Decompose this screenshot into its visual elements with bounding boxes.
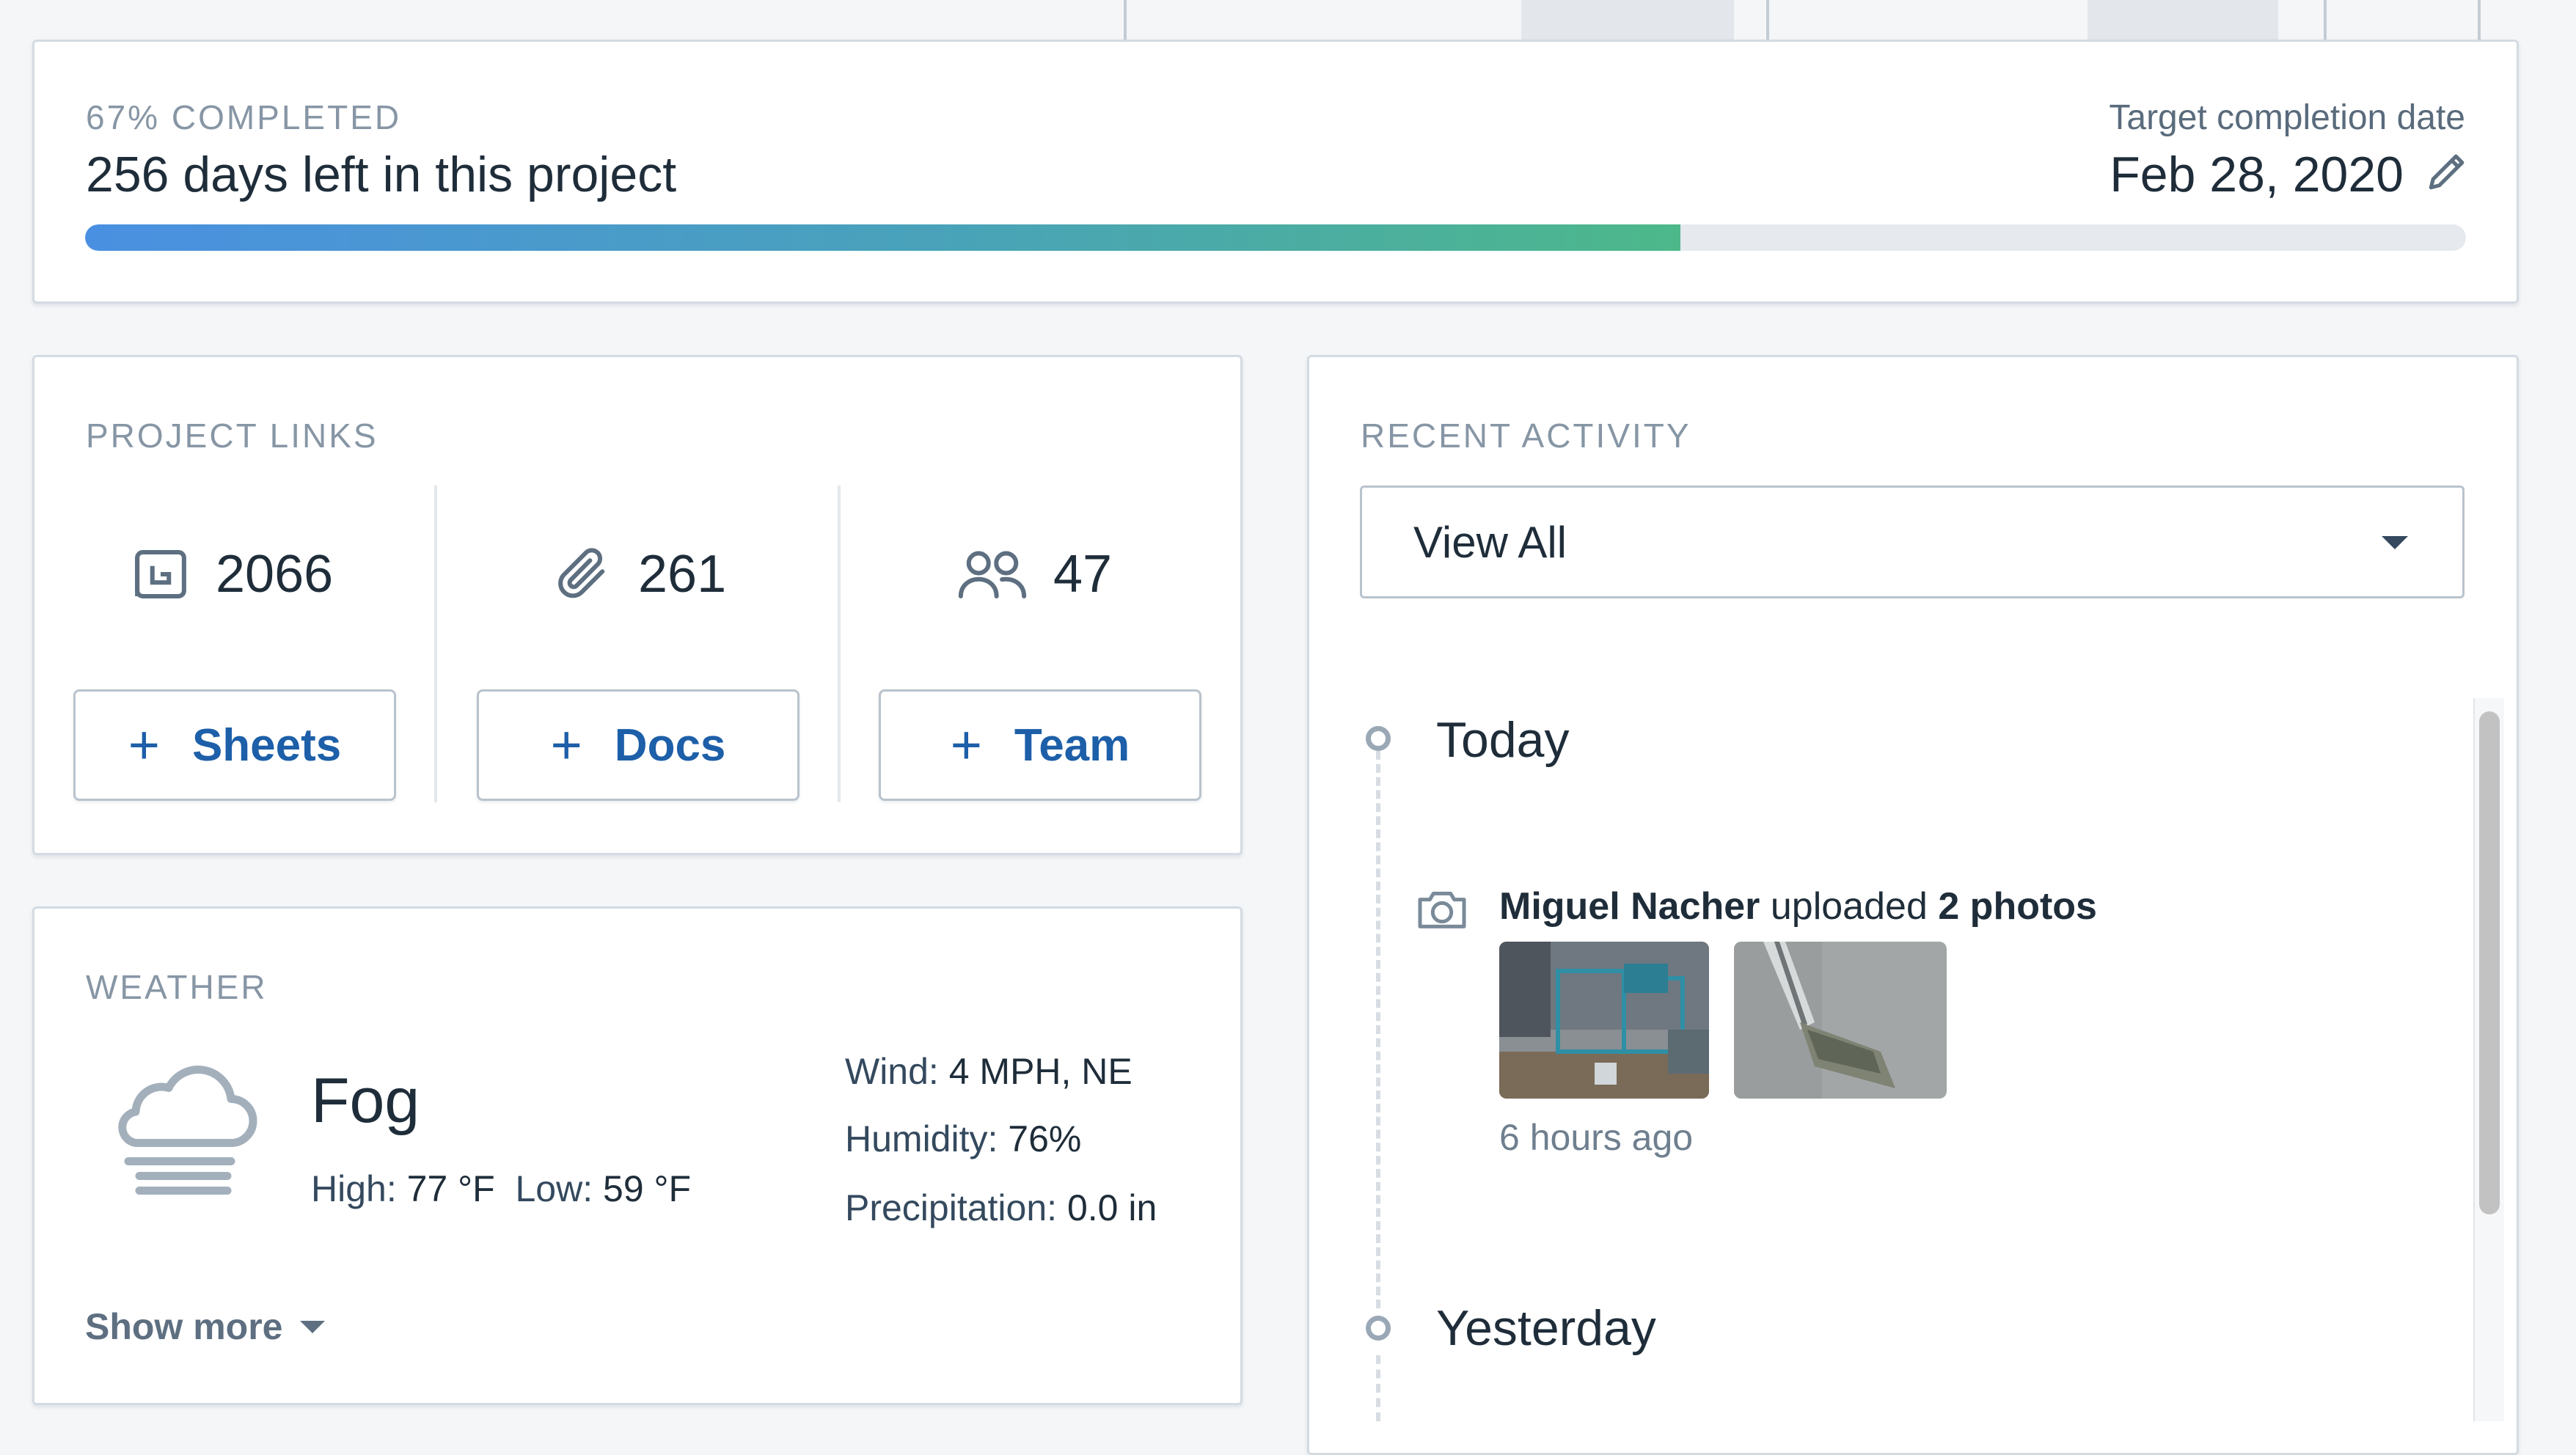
photo-thumbnail[interactable] — [1499, 942, 1709, 1099]
temperature-range: High: 77 °F Low: 59 °F — [311, 1168, 691, 1210]
recent-activity-title: RECENT ACTIVITY — [1361, 417, 1691, 455]
add-docs-label: Docs — [614, 719, 726, 771]
camera-icon — [1413, 880, 1471, 939]
docs-count-value: 261 — [638, 545, 727, 604]
high-label: High: — [311, 1168, 397, 1209]
activity-object[interactable]: 2 photos — [1938, 885, 2097, 928]
precipitation-value: 0.0 in — [1066, 1187, 1157, 1228]
sheets-icon — [128, 541, 194, 607]
progress-bar — [85, 224, 2466, 251]
days-left-text: 256 days left in this project — [86, 147, 677, 202]
strip-divider — [2478, 0, 2481, 40]
high-value: 77 °F — [406, 1168, 495, 1209]
low-label: Low: — [515, 1168, 593, 1209]
activity-filter-value: View All — [1413, 517, 1567, 567]
paperclip-icon — [550, 541, 616, 607]
show-more-label: Show more — [85, 1306, 283, 1347]
strip-shade — [1521, 0, 1734, 40]
activity-filter-select[interactable]: View All — [1360, 485, 2465, 598]
wind-row: Wind: 4 MPH, NE — [845, 1050, 1133, 1093]
activity-user[interactable]: Miguel Nacher — [1499, 885, 1760, 928]
docs-count: 261 — [550, 541, 726, 607]
fog-cloud-icon — [103, 1047, 264, 1198]
weather-condition: Fog — [311, 1066, 420, 1136]
target-date-value: Feb 28, 2020 — [2110, 147, 2404, 202]
pencil-edit-icon[interactable] — [2423, 146, 2473, 196]
wind-label: Wind: — [845, 1051, 939, 1092]
low-value: 59 °F — [603, 1168, 692, 1209]
plus-icon: + — [950, 714, 982, 775]
strip-divider — [1124, 0, 1127, 40]
strip-divider — [1766, 0, 1769, 40]
activity-action: uploaded — [1760, 885, 1939, 928]
column-divider — [434, 485, 437, 802]
plus-icon: + — [550, 714, 582, 775]
timeline-line — [1376, 1355, 1380, 1421]
humidity-value: 76% — [1008, 1118, 1082, 1159]
progress-card: 67% COMPLETED 256 days left in this proj… — [32, 40, 2519, 304]
strip-divider — [2324, 0, 2327, 40]
activity-item-text: Miguel Nacher uploaded 2 photos — [1499, 884, 2097, 928]
add-team-label: Team — [1014, 719, 1130, 771]
add-sheets-label: Sheets — [191, 719, 342, 771]
add-team-button[interactable]: + Team — [879, 689, 1201, 801]
team-count: 47 — [954, 541, 1112, 607]
strip-shade — [2087, 0, 2278, 40]
sheets-count: 2066 — [128, 541, 333, 607]
weather-title: WEATHER — [86, 968, 268, 1006]
timeline-group-today: Today — [1436, 712, 1570, 768]
show-more-button[interactable]: Show more — [85, 1305, 326, 1348]
timeline-dot — [1366, 726, 1391, 751]
precipitation-row: Precipitation: 0.0 in — [845, 1187, 1157, 1229]
sheets-count-value: 2066 — [216, 545, 334, 604]
activity-scrollbar-thumb[interactable] — [2479, 711, 2500, 1214]
target-date-label: Target completion date — [2109, 98, 2465, 137]
chevron-down-icon — [2382, 536, 2408, 549]
people-icon — [954, 541, 1031, 607]
column-divider — [838, 485, 841, 802]
chevron-down-icon — [300, 1320, 326, 1333]
percent-completed: 67% COMPLETED — [86, 98, 402, 136]
plus-icon: + — [128, 714, 160, 775]
humidity-label: Humidity: — [845, 1118, 998, 1159]
add-sheets-button[interactable]: + Sheets — [73, 689, 396, 801]
progress-bar-fill — [85, 224, 1680, 251]
photo-thumbnail[interactable] — [1734, 942, 1947, 1099]
team-count-value: 47 — [1053, 545, 1113, 604]
activity-time: 6 hours ago — [1499, 1117, 1694, 1158]
top-strip — [0, 0, 2576, 40]
precipitation-label: Precipitation: — [845, 1187, 1058, 1228]
project-links-title: PROJECT LINKS — [86, 417, 378, 455]
wind-value: 4 MPH, NE — [948, 1051, 1133, 1092]
timeline-line — [1376, 751, 1380, 1308]
timeline-dot — [1366, 1316, 1391, 1341]
timeline-group-yesterday: Yesterday — [1436, 1300, 1656, 1356]
humidity-row: Humidity: 76% — [845, 1118, 1081, 1160]
add-docs-button[interactable]: + Docs — [477, 689, 799, 801]
